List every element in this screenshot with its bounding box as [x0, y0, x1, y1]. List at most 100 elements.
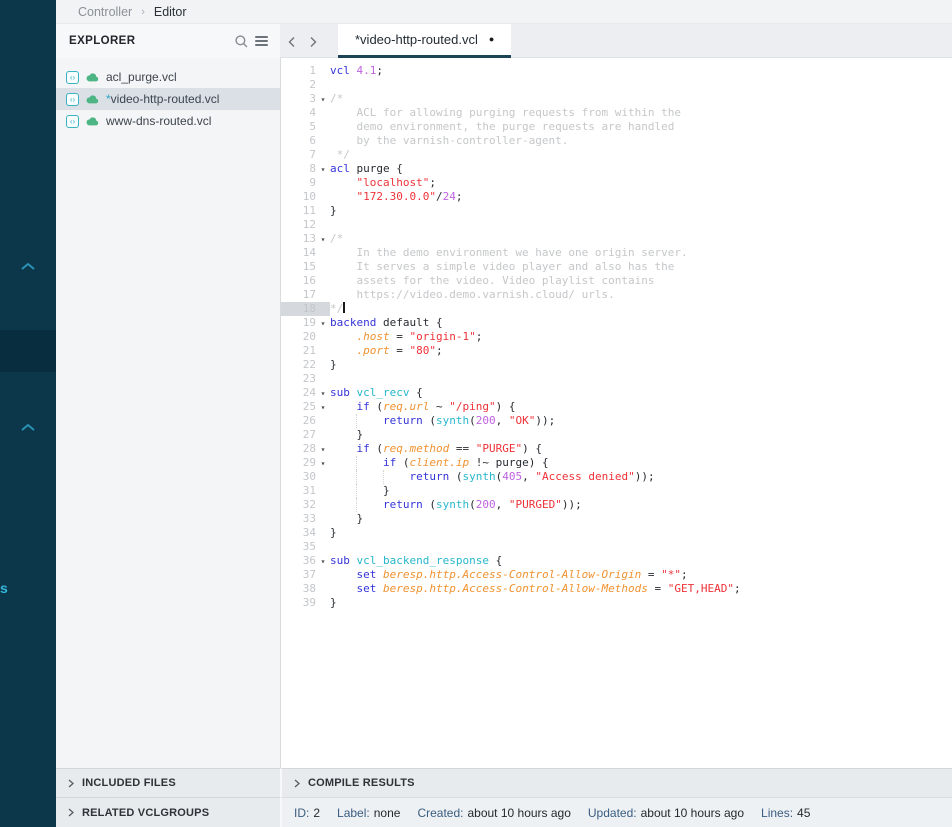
status-value: none	[374, 806, 401, 820]
code-line[interactable]: 37 set beresp.http.Access-Control-Allow-…	[281, 568, 952, 582]
gutter: 35	[281, 540, 330, 554]
gutter: 33	[281, 512, 330, 526]
fold-gutter	[316, 176, 330, 190]
code-line[interactable]: 39}	[281, 596, 952, 610]
file-name: *video-http-routed.vcl	[106, 92, 219, 106]
token-com: https://video.demo.varnish.cloud/ urls.	[330, 288, 615, 301]
fold-gutter	[316, 512, 330, 526]
section-label: RELATED VCLGROUPS	[82, 807, 209, 819]
code-line[interactable]: 15 It serves a simple video player and a…	[281, 260, 952, 274]
collapse-up-icon[interactable]	[19, 261, 37, 272]
fold-gutter	[316, 596, 330, 610]
fold-toggle-icon[interactable]: ▾	[316, 442, 330, 456]
activity-bar-selected-band[interactable]	[0, 330, 56, 372]
code-line[interactable]: 21 .port = "80";	[281, 344, 952, 358]
token-pln: ;	[436, 344, 443, 357]
code-line[interactable]: 18*/	[281, 302, 952, 316]
file-item[interactable]: ‹›*video-http-routed.vcl	[56, 88, 280, 110]
code-line[interactable]: 20 .host = "origin-1";	[281, 330, 952, 344]
code-line[interactable]: 3▾/*	[281, 92, 952, 106]
cloud-icon	[86, 72, 99, 82]
code-line[interactable]: 35	[281, 540, 952, 554]
fold-toggle-icon[interactable]: ▾	[316, 92, 330, 106]
tab-video-http-routed[interactable]: *video-http-routed.vcl ●	[338, 24, 511, 58]
chevron-right-icon	[293, 779, 301, 788]
gutter: 8▾	[281, 162, 330, 176]
section-compile-results[interactable]: COMPILE RESULTS	[280, 768, 952, 797]
collapse-up-icon[interactable]	[19, 422, 37, 433]
fold-toggle-icon[interactable]: ▾	[316, 386, 330, 400]
code-line[interactable]: 32 return (synth(200, "PURGED"));	[281, 498, 952, 512]
fold-toggle-icon[interactable]: ▾	[316, 400, 330, 414]
code-line[interactable]: 34}	[281, 526, 952, 540]
gutter: 24▾	[281, 386, 330, 400]
token-pln: ,	[496, 498, 509, 511]
code-line[interactable]: 11}	[281, 204, 952, 218]
vcl-file-icon: ‹›	[66, 115, 79, 128]
code-line-content: /*	[330, 232, 952, 246]
code-line[interactable]: 9 "localhost";	[281, 176, 952, 190]
token-pln	[350, 64, 357, 77]
line-number: 39	[281, 596, 316, 610]
code-line[interactable]: 26 return (synth(200, "OK"));	[281, 414, 952, 428]
fold-toggle-icon[interactable]: ▾	[316, 554, 330, 568]
code-line[interactable]: 19▾backend default {	[281, 316, 952, 330]
fold-gutter	[316, 260, 330, 274]
section-included-files[interactable]: INCLUDED FILES	[56, 768, 280, 797]
code-line[interactable]: 10 "172.30.0.0"/24;	[281, 190, 952, 204]
status-item: ID:2	[294, 806, 320, 820]
code-line[interactable]: 22}	[281, 358, 952, 372]
token-pln: (	[370, 400, 383, 413]
breadcrumb-separator-icon: ›	[141, 6, 145, 18]
code-line[interactable]: 24▾sub vcl_recv {	[281, 386, 952, 400]
menu-icon[interactable]	[251, 31, 271, 51]
code-line[interactable]: 12	[281, 218, 952, 232]
token-pln	[330, 400, 357, 413]
explorer-header: EXPLORER	[56, 24, 280, 58]
code-line[interactable]: 8▾acl purge {	[281, 162, 952, 176]
code-line[interactable]: 33 }	[281, 512, 952, 526]
nav-partial-label[interactable]: s	[0, 580, 8, 596]
fold-toggle-icon[interactable]: ▾	[316, 162, 330, 176]
code-line[interactable]: 27 }	[281, 428, 952, 442]
code-line[interactable]: 14 In the demo environment we have one o…	[281, 246, 952, 260]
gutter: 39	[281, 596, 330, 610]
code-line[interactable]: 4 ACL for allowing purging requests from…	[281, 106, 952, 120]
code-editor[interactable]: 1vcl 4.1;23▾/*4 ACL for allowing purging…	[281, 58, 952, 768]
fold-toggle-icon[interactable]: ▾	[316, 456, 330, 470]
code-line[interactable]: 30 return (synth(405, "Access denied"));	[281, 470, 952, 484]
code-line[interactable]: 6 by the varnish-controller-agent.	[281, 134, 952, 148]
code-line[interactable]: 5 demo environment, the purge requests a…	[281, 120, 952, 134]
code-line[interactable]: 38 set beresp.http.Access-Control-Allow-…	[281, 582, 952, 596]
code-line[interactable]: 1vcl 4.1;	[281, 64, 952, 78]
token-pln: =	[390, 344, 410, 357]
search-icon[interactable]	[231, 31, 251, 51]
token-str: "Access denied"	[535, 470, 634, 483]
tab-scroll-left-icon[interactable]	[280, 26, 302, 57]
code-line[interactable]: 31 }	[281, 484, 952, 498]
line-number: 34	[281, 526, 316, 540]
token-pln: ;	[429, 176, 436, 189]
file-item[interactable]: ‹›acl_purge.vcl	[56, 66, 280, 88]
code-line[interactable]: 2	[281, 78, 952, 92]
code-line[interactable]: 29▾ if (client.ip !~ purge) {	[281, 456, 952, 470]
code-line[interactable]: 36▾sub vcl_backend_response {	[281, 554, 952, 568]
fold-toggle-icon[interactable]: ▾	[316, 316, 330, 330]
code-line[interactable]: 23	[281, 372, 952, 386]
code-line-content: It serves a simple video player and also…	[330, 260, 952, 274]
code-line[interactable]: 28▾ if (req.method == "PURGE") {	[281, 442, 952, 456]
file-item[interactable]: ‹›www-dns-routed.vcl	[56, 110, 280, 132]
code-line-content: if (client.ip !~ purge) {	[330, 456, 952, 470]
token-com: ACL for allowing purging requests from w…	[330, 106, 681, 119]
code-line[interactable]: 17 https://video.demo.varnish.cloud/ url…	[281, 288, 952, 302]
token-pln: ));	[535, 414, 555, 427]
code-line[interactable]: 7 */	[281, 148, 952, 162]
code-line[interactable]: 13▾/*	[281, 232, 952, 246]
fold-toggle-icon[interactable]: ▾	[316, 232, 330, 246]
breadcrumb-item-controller[interactable]: Controller	[78, 5, 132, 19]
section-related-vclgroups[interactable]: RELATED VCLGROUPS	[56, 797, 280, 827]
code-line[interactable]: 16 assets for the video. Video playlist …	[281, 274, 952, 288]
tab-scroll-right-icon[interactable]	[302, 26, 324, 57]
line-number: 30	[281, 470, 316, 484]
code-line[interactable]: 25▾ if (req.url ~ "/ping") {	[281, 400, 952, 414]
